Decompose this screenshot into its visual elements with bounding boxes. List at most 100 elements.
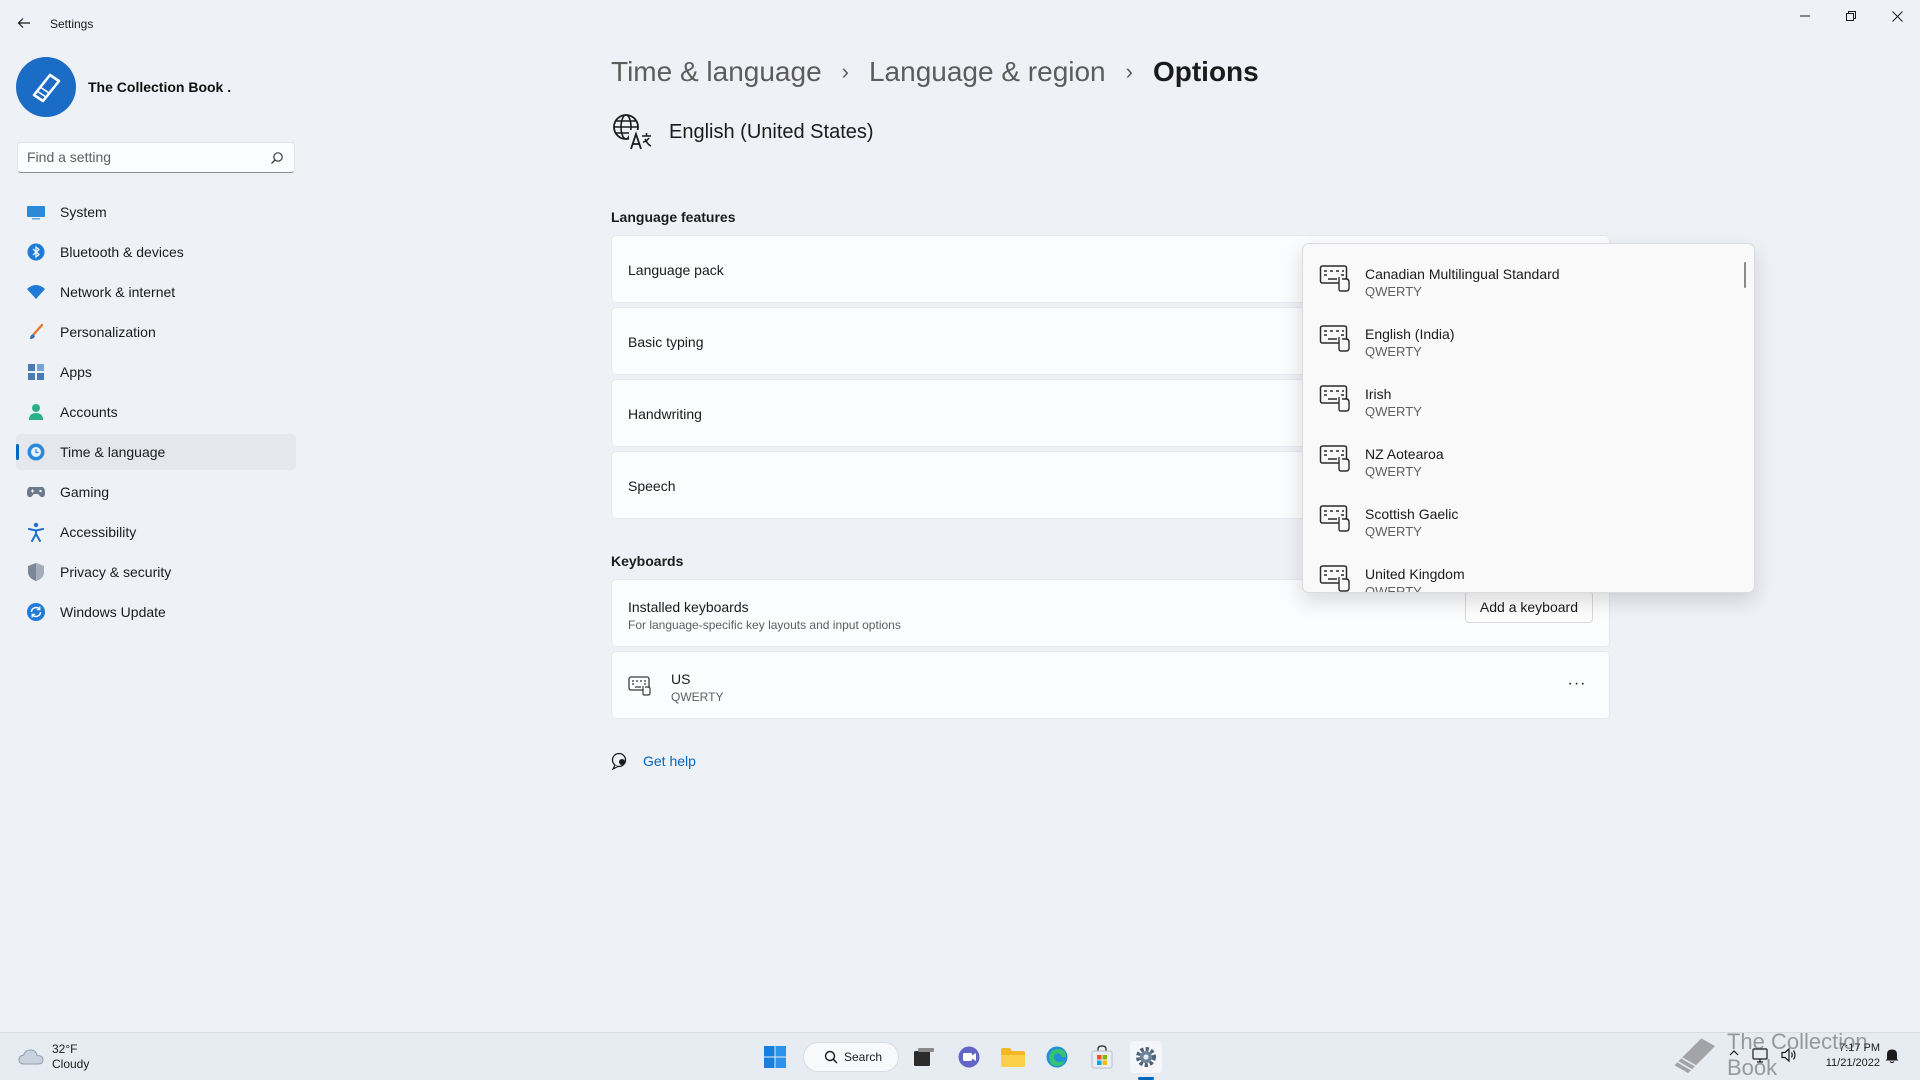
- restore-button[interactable]: [1828, 0, 1874, 32]
- show-hidden-icons-button[interactable]: [1728, 1047, 1740, 1059]
- search-input[interactable]: [27, 149, 257, 165]
- notifications-button[interactable]: [1884, 1047, 1900, 1063]
- weather-widget[interactable]: 32°F Cloudy: [18, 1041, 89, 1073]
- settings-search[interactable]: [17, 142, 295, 173]
- sidebar-item-windows-update[interactable]: Windows Update: [16, 594, 296, 630]
- more-options-button[interactable]: ···: [1565, 672, 1589, 696]
- weather-description: Cloudy: [52, 1057, 90, 1071]
- sidebar-item-network[interactable]: Network & internet: [16, 274, 296, 310]
- teams-chat-button[interactable]: [953, 1041, 985, 1073]
- bluetooth-icon: [26, 242, 46, 262]
- add-keyboard-button[interactable]: Add a keyboard: [1464, 591, 1593, 623]
- sidebar-item-label: System: [60, 204, 107, 220]
- keyboard-icon: [1319, 505, 1350, 532]
- breadcrumb-separator: ›: [841, 59, 849, 84]
- edge-browser-button[interactable]: [1041, 1041, 1073, 1073]
- minimize-button[interactable]: [1782, 0, 1828, 32]
- flyout-option[interactable]: United Kingdom QWERTY: [1307, 550, 1747, 592]
- search-icon: [824, 1050, 838, 1064]
- flyout-option[interactable]: Irish QWERTY: [1307, 370, 1747, 426]
- get-help-link[interactable]: Get help: [611, 752, 696, 770]
- sidebar-item-label: Gaming: [60, 484, 110, 500]
- person-icon: [26, 402, 46, 422]
- section-title-keyboards: Keyboards: [611, 553, 684, 569]
- sidebar-item-apps[interactable]: Apps: [16, 354, 296, 390]
- language-icon: [613, 114, 652, 150]
- ethernet-icon: [1752, 1048, 1768, 1063]
- taskbar: 32°F Cloudy Search 7:17 PM 11/21/2022: [0, 1032, 1920, 1080]
- keyboard-icon: [1319, 445, 1350, 472]
- flyout-option-layout: QWERTY: [1365, 284, 1422, 299]
- bell-icon: [1885, 1049, 1899, 1063]
- book-logo-icon: [32, 73, 61, 103]
- cloud-icon: [18, 1049, 44, 1065]
- keyboard-icon: [1319, 265, 1350, 292]
- settings-app-button[interactable]: [1130, 1041, 1162, 1073]
- keyboard-icon: [1319, 565, 1350, 592]
- sidebar-item-label: Bluetooth & devices: [60, 244, 184, 260]
- taskbar-search[interactable]: Search: [803, 1042, 899, 1072]
- flyout-option[interactable]: Scottish Gaelic QWERTY: [1307, 490, 1747, 546]
- flyout-option[interactable]: English (India) QWERTY: [1307, 310, 1747, 366]
- sidebar-item-label: Network & internet: [60, 284, 176, 300]
- flyout-option-name: Irish: [1365, 386, 1392, 402]
- sidebar-item-label: Time & language: [60, 444, 166, 460]
- clock-date: 11/21/2022: [1825, 1057, 1880, 1069]
- gear-icon: [1136, 1047, 1156, 1067]
- back-arrow-icon: [17, 18, 30, 28]
- chevron-up-icon: [1729, 1050, 1739, 1056]
- title-bar: Settings: [0, 0, 1920, 48]
- weather-temperature: 32°F: [52, 1042, 78, 1056]
- language-header: English (United States): [611, 110, 874, 154]
- get-help-label: Get help: [643, 753, 696, 769]
- breadcrumb-language-region[interactable]: Language & region: [869, 56, 1106, 88]
- network-tray-button[interactable]: [1752, 1047, 1770, 1063]
- flyout-option-layout: QWERTY: [1365, 404, 1422, 419]
- close-button[interactable]: [1874, 0, 1920, 32]
- sidebar-item-privacy[interactable]: Privacy & security: [16, 554, 296, 590]
- task-view-button[interactable]: [908, 1041, 940, 1073]
- clock-time: 7:17 PM: [1839, 1042, 1880, 1054]
- breadcrumb: Time & language › Language & region › Op…: [611, 56, 1259, 88]
- keyboard-layout: QWERTY: [671, 690, 724, 704]
- microsoft-store-button[interactable]: [1086, 1041, 1118, 1073]
- keyboard-name: US: [671, 671, 691, 687]
- system-clock[interactable]: 7:17 PM 11/21/2022: [1814, 1041, 1880, 1071]
- section-title-language-features: Language features: [611, 209, 736, 225]
- breadcrumb-time-language[interactable]: Time & language: [611, 56, 822, 88]
- volume-tray-button[interactable]: [1780, 1047, 1798, 1063]
- flyout-scrollbar[interactable]: [1744, 262, 1746, 288]
- sidebar-item-accounts[interactable]: Accounts: [16, 394, 296, 430]
- user-profile[interactable]: The Collection Book .: [16, 56, 231, 118]
- chat-icon: [958, 1046, 980, 1068]
- keyboard-options-flyout: Canadian Multilingual Standard QWERTY En…: [1302, 243, 1755, 593]
- page-title: Options: [1152, 56, 1259, 87]
- update-icon: [26, 602, 46, 622]
- start-button[interactable]: [759, 1041, 791, 1073]
- installed-keyboards-description: For language-specific key layouts and in…: [628, 618, 901, 632]
- sidebar-item-personalization[interactable]: Personalization: [16, 314, 296, 350]
- taskbar-search-label: Search: [844, 1050, 883, 1064]
- sidebar-item-time-language[interactable]: Time & language: [16, 434, 296, 470]
- feature-label: Handwriting: [628, 406, 702, 422]
- flyout-option[interactable]: Canadian Multilingual Standard QWERTY: [1307, 250, 1747, 306]
- sidebar-item-system[interactable]: System: [16, 194, 296, 230]
- app-title: Settings: [50, 17, 94, 31]
- profile-name: The Collection Book .: [88, 79, 232, 95]
- flyout-option[interactable]: NZ Aotearoa QWERTY: [1307, 430, 1747, 486]
- apps-icon: [26, 362, 46, 382]
- speaker-icon: [1781, 1047, 1796, 1063]
- sidebar-item-gaming[interactable]: Gaming: [16, 474, 296, 510]
- sidebar-item-label: Apps: [60, 364, 92, 380]
- sidebar-item-accessibility[interactable]: Accessibility: [16, 514, 296, 550]
- flyout-option-layout: QWERTY: [1365, 524, 1422, 539]
- back-button[interactable]: [12, 10, 36, 36]
- wifi-icon: [26, 282, 46, 302]
- brush-icon: [26, 322, 46, 342]
- flyout-option-name: United Kingdom: [1365, 566, 1465, 582]
- feature-label: Basic typing: [628, 334, 704, 350]
- keyboard-icon: [628, 676, 651, 696]
- sidebar-item-bluetooth[interactable]: Bluetooth & devices: [16, 234, 296, 270]
- sidebar-item-label: Windows Update: [60, 604, 166, 620]
- file-explorer-button[interactable]: [997, 1041, 1029, 1073]
